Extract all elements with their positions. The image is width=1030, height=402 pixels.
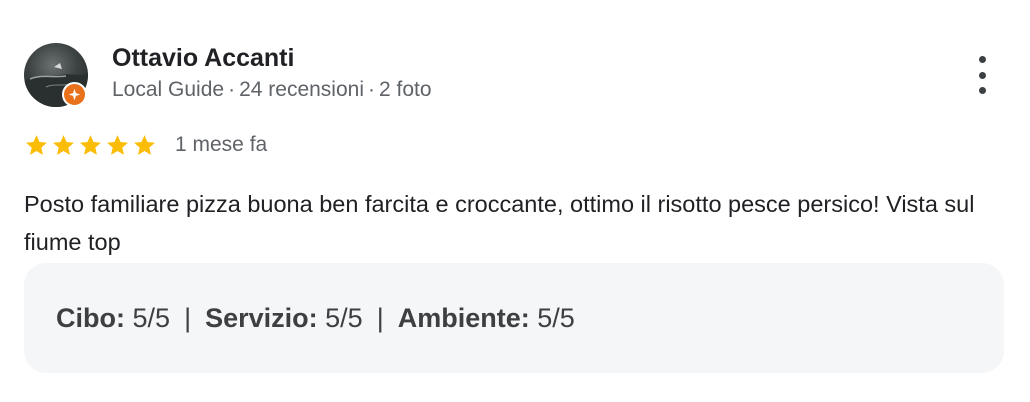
aspect-label-food: Cibo <box>56 303 116 333</box>
more-vertical-icon-dot <box>978 71 986 79</box>
aspect-separator: | <box>184 303 192 333</box>
meta-separator: · <box>368 78 375 101</box>
star-icon <box>80 134 101 155</box>
star-icon <box>26 134 47 155</box>
aspect-separator: | <box>376 303 384 333</box>
aspect-value-ambience: 5/5 <box>537 303 575 333</box>
reviewer-meta: Local Guide · 24 recensioni · 2 foto <box>112 78 432 102</box>
local-guide-label: Local Guide <box>112 78 225 101</box>
star-icon <box>53 134 74 155</box>
photo-count: 2 foto <box>379 78 432 101</box>
more-vertical-icon-dot <box>978 56 986 63</box>
more-options-button[interactable] <box>966 56 998 94</box>
aspect-colon: : <box>116 303 125 333</box>
aspect-label-service: Servizio <box>205 303 309 333</box>
aspect-value-service: 5/5 <box>325 303 363 333</box>
more-vertical-icon-dot <box>978 87 986 94</box>
aspect-ratings-panel: Cibo: 5/5 | Servizio: 5/5 | Ambiente: 5/5 <box>24 263 1004 373</box>
local-guide-badge-icon <box>62 82 87 107</box>
review-text: Posto familiare pizza buona ben farcita … <box>24 191 975 255</box>
star-icon <box>134 134 155 155</box>
aspect-colon: : <box>308 303 318 333</box>
aspect-label-ambience: Ambiente <box>397 303 521 333</box>
review-date: 1 mese fa <box>175 133 268 156</box>
aspect-ratings-line: Cibo: 5/5 | Servizio: 5/5 | Ambiente: 5/5 <box>56 303 575 334</box>
aspect-colon: : <box>520 303 530 333</box>
review-count: 24 recensioni <box>239 78 364 101</box>
rating-row: 1 mese fa <box>24 131 267 159</box>
aspect-value-food: 5/5 <box>132 303 171 333</box>
meta-separator: · <box>228 78 236 101</box>
star-rating <box>24 133 159 158</box>
reviewer-name[interactable]: Ottavio Accanti <box>112 44 294 73</box>
star-icon <box>107 134 128 155</box>
